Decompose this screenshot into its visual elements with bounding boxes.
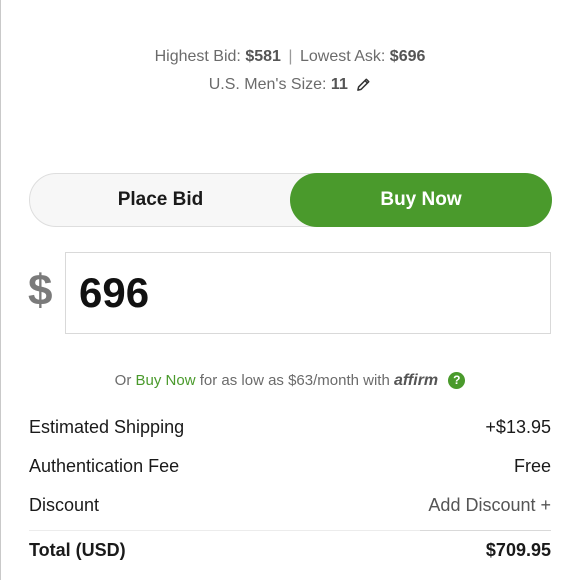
pencil-icon[interactable] xyxy=(356,77,371,97)
size-value: 11 xyxy=(330,76,348,93)
amount-field[interactable] xyxy=(65,252,551,334)
discount-label: Discount xyxy=(29,495,100,515)
financing-prefix: Or xyxy=(114,372,132,389)
stats-separator: | xyxy=(288,48,293,65)
financing-offer: Or Buy Now for as low as $63/month with … xyxy=(0,372,580,390)
shipping-label: Estimated Shipping xyxy=(29,417,185,437)
size-selector[interactable]: U.S. Men's Size: 11 xyxy=(0,76,580,97)
discount-underline xyxy=(420,530,551,531)
highest-bid-value: $581 xyxy=(245,48,281,65)
financing-text: for as low as $63/month with xyxy=(199,372,390,389)
market-stats: Highest Bid: $581 | Lowest Ask: $696 xyxy=(0,48,580,66)
authentication-label: Authentication Fee xyxy=(29,456,180,476)
lowest-ask-label: Lowest Ask: xyxy=(299,48,386,65)
amount-input[interactable] xyxy=(66,253,539,333)
add-discount-button[interactable]: Add Discount + xyxy=(428,495,551,516)
authentication-value: Free xyxy=(513,456,551,476)
bid-buy-toggle: Place Bid Buy Now xyxy=(29,173,552,227)
total-value: $709.95 xyxy=(485,540,551,560)
tab-buy-now[interactable]: Buy Now xyxy=(290,173,552,227)
financing-buy-now-link[interactable]: Buy Now xyxy=(136,372,196,389)
shipping-value: +$13.95 xyxy=(485,417,551,437)
highest-bid-label: Highest Bid: xyxy=(154,48,241,65)
tab-place-bid[interactable]: Place Bid xyxy=(30,174,291,226)
lowest-ask-value: $696 xyxy=(389,48,426,65)
question-icon[interactable]: ? xyxy=(448,372,466,389)
affirm-logo: affirm xyxy=(393,372,439,389)
size-label: U.S. Men's Size: xyxy=(208,76,327,93)
currency-symbol: $ xyxy=(28,266,53,315)
total-label: Total (USD) xyxy=(29,540,126,560)
